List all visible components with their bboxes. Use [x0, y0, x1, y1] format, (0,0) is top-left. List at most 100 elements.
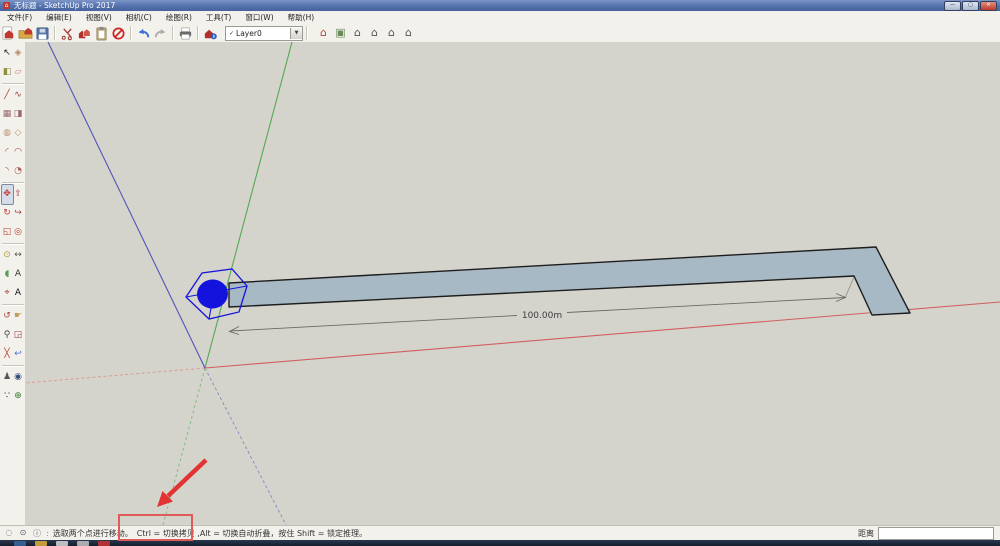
cut-button[interactable]: [59, 25, 76, 41]
layer-combobox[interactable]: ✓ Layer0 ▼: [225, 26, 303, 41]
paste-button[interactable]: [93, 25, 110, 41]
move-tool[interactable]: ✥: [2, 185, 13, 204]
circle-tool[interactable]: ◍: [2, 124, 13, 143]
menu-tools[interactable]: 工具(T): [199, 11, 238, 24]
push-pull-tool[interactable]: ⇧: [13, 185, 24, 204]
pie-tool[interactable]: ◔: [13, 162, 24, 181]
view-right-button[interactable]: ⌂: [366, 25, 383, 41]
maximize-button[interactable]: ▢: [962, 1, 979, 11]
axes-tool[interactable]: ⌖: [2, 284, 13, 303]
status-edge-icon[interactable]: ◌: [4, 528, 14, 539]
rectangle-tool[interactable]: ▦: [2, 105, 13, 124]
red-axis-dotted: [25, 368, 205, 383]
menu-view[interactable]: 视图(V): [79, 11, 119, 24]
arc-tool[interactable]: ◜: [2, 143, 13, 162]
taskbar-app-4[interactable]: [77, 541, 89, 546]
two-point-arc-tool[interactable]: ◠: [13, 143, 24, 162]
close-button[interactable]: ✕: [980, 1, 997, 11]
look-around-tool[interactable]: ◉: [13, 368, 24, 387]
selected-component[interactable]: [195, 277, 230, 310]
views-toolbar: ⌂▣⌂⌂⌂⌂: [315, 25, 417, 41]
pan-tool[interactable]: ☛: [13, 307, 24, 326]
toolbar-separator: [130, 26, 132, 40]
walk-tool[interactable]: ∵: [2, 387, 13, 406]
toolbar-separator: [197, 26, 199, 40]
dimension-extension-line: [845, 277, 854, 298]
combo-dropdown-icon[interactable]: ▼: [290, 28, 302, 39]
model-info-button[interactable]: [202, 25, 219, 41]
view-back-button[interactable]: ⌂: [383, 25, 400, 41]
tool-group-divider: [2, 304, 24, 306]
line-tool[interactable]: ╱: [2, 86, 13, 105]
taskbar-app-5[interactable]: [98, 541, 110, 546]
menu-draw[interactable]: 绘图(R): [159, 11, 199, 24]
save-button[interactable]: [34, 25, 51, 41]
taskbar-app-2[interactable]: [35, 541, 47, 546]
blue-axis-dotted: [205, 368, 286, 525]
view-iso-button[interactable]: ⌂: [315, 25, 332, 41]
select-tool[interactable]: ↖: [2, 44, 13, 63]
status-hint-ctrl: Ctrl = 切换拷贝 ,: [137, 528, 200, 539]
orbit-tool[interactable]: ↺: [2, 307, 13, 326]
polygon-tool[interactable]: ◇: [13, 124, 24, 143]
taskbar-app-3[interactable]: [56, 541, 68, 546]
text-tool[interactable]: A: [13, 265, 24, 284]
open-button[interactable]: [17, 25, 34, 41]
follow-me-tool[interactable]: ↪: [13, 204, 24, 223]
zoom-extents-tool[interactable]: ╳: [2, 345, 13, 364]
status-hint-action: 选取两个点进行移动。: [53, 528, 133, 539]
measurement-input[interactable]: [878, 527, 994, 540]
zoom-window-tool[interactable]: ◲: [13, 326, 24, 345]
dimension-line-left[interactable]: [230, 316, 517, 332]
menu-window[interactable]: 窗口(W): [238, 11, 280, 24]
menu-camera[interactable]: 相机(C): [119, 11, 159, 24]
dimension-tool[interactable]: ↔: [13, 246, 24, 265]
main-toolbar: ✓ Layer0 ▼ ⌂▣⌂⌂⌂⌂: [0, 24, 1000, 43]
section-plane-tool[interactable]: ⊕: [13, 387, 24, 406]
scale-tool[interactable]: ◱: [2, 223, 13, 242]
tool-group-divider: [2, 83, 24, 85]
erase-button[interactable]: [110, 25, 127, 41]
large-tool-set: ↖◈◧▱╱∿▦◨◍◇◜◠◝◔✥⇧↻↪◱◎⊙↔◖A⌖A↺☛⚲◲╳↩♟◉∵⊕: [0, 42, 26, 525]
position-camera-tool[interactable]: ♟: [2, 368, 13, 387]
dimension-label[interactable]: 100.00m: [522, 311, 562, 321]
three-d-text-tool[interactable]: A: [13, 284, 24, 303]
three-point-arc-tool[interactable]: ◝: [2, 162, 13, 181]
zoom-tool[interactable]: ⚲: [2, 326, 13, 345]
measurement-label: 距离: [858, 528, 874, 539]
model-face[interactable]: [229, 247, 910, 315]
dimension-line-right[interactable]: [567, 298, 845, 313]
model-view[interactable]: 100.00m: [25, 42, 1000, 525]
credits-icon[interactable]: ⓘ: [32, 528, 42, 539]
make-component-tool[interactable]: ◈: [13, 44, 24, 63]
menu-help[interactable]: 帮助(H): [281, 11, 322, 24]
eraser-tool[interactable]: ▱: [13, 63, 24, 82]
status-divider: :: [46, 529, 49, 538]
title-bar: ⌂ 无标题 - SketchUp Pro 2017 — ▢ ✕: [0, 0, 1000, 11]
menu-file[interactable]: 文件(F): [0, 11, 39, 24]
view-top-button[interactable]: ▣: [332, 25, 349, 41]
taskbar-app-1[interactable]: [14, 541, 26, 546]
copy-button[interactable]: [76, 25, 93, 41]
redo-button[interactable]: [152, 25, 169, 41]
print-button[interactable]: [177, 25, 194, 41]
new-button[interactable]: [0, 25, 17, 41]
previous-view-tool[interactable]: ↩: [13, 345, 24, 364]
offset-tool[interactable]: ◎: [13, 223, 24, 242]
view-left-button[interactable]: ⌂: [400, 25, 417, 41]
blue-axis: [48, 42, 205, 368]
rotated-rectangle-tool[interactable]: ◨: [13, 105, 24, 124]
paint-bucket-tool[interactable]: ◧: [2, 63, 13, 82]
geolocation-icon[interactable]: ⊙: [18, 528, 28, 539]
undo-button[interactable]: [135, 25, 152, 41]
rotate-tool[interactable]: ↻: [2, 204, 13, 223]
minimize-button[interactable]: —: [944, 1, 961, 11]
protractor-tool[interactable]: ◖: [2, 265, 13, 284]
view-front-button[interactable]: ⌂: [349, 25, 366, 41]
tool-group-divider: [2, 365, 24, 367]
tape-measure-tool[interactable]: ⊙: [2, 246, 13, 265]
drawing-canvas[interactable]: 100.00m: [25, 42, 1000, 525]
menu-edit[interactable]: 编辑(E): [39, 11, 79, 24]
freehand-tool[interactable]: ∿: [13, 86, 24, 105]
toolbar-separator: [306, 26, 308, 40]
